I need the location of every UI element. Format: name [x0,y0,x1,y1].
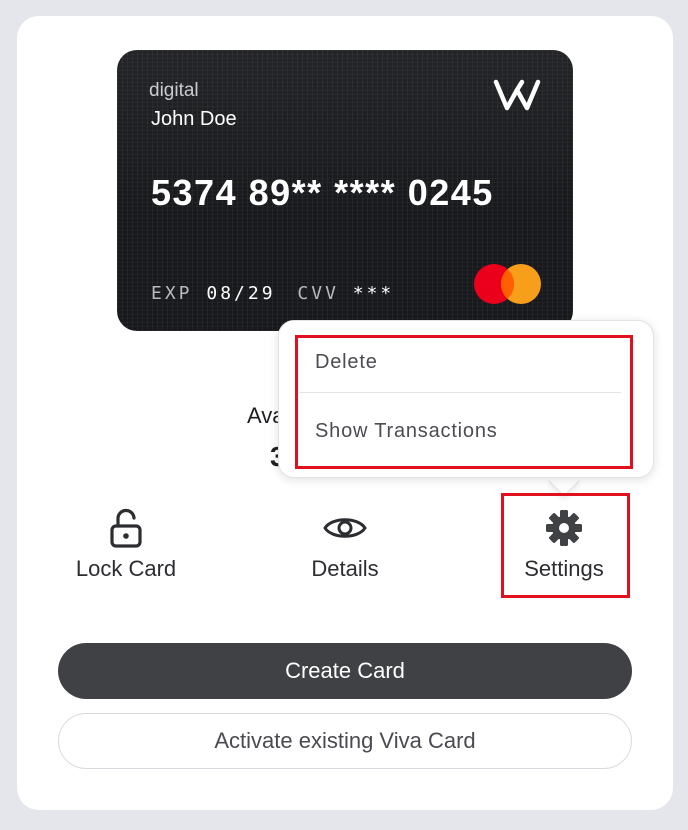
exp-value: 08/29 [206,283,276,304]
card-type: digital [149,80,199,101]
cvv-label: CVV [297,283,339,304]
details-label: Details [311,556,379,581]
viva-w-logo-icon [493,79,541,111]
virtual-card[interactable]: digital John Doe 5374 89** **** 0245 EXP… [117,50,573,331]
eye-icon [285,508,405,548]
details-action[interactable]: Details [285,508,405,582]
menu-item-delete[interactable]: Delete [315,351,378,374]
unlock-icon [60,508,192,548]
exp-label: EXP [151,283,193,304]
menu-divider [299,392,621,393]
gear-icon [505,508,623,548]
card-number: 5374 89** **** 0245 [151,172,494,213]
card-holder-name: John Doe [151,108,237,130]
lock-card-action[interactable]: Lock Card [60,508,192,582]
settings-dropdown-menu: Delete Show Transactions [278,320,654,478]
card-expiry-cvv: EXP 08/29 CVV *** [151,283,394,304]
create-card-button[interactable]: Create Card [58,643,632,699]
settings-action[interactable]: Settings [505,508,623,582]
cvv-value: *** [352,283,395,304]
menu-item-show-transactions[interactable]: Show Transactions [315,420,498,443]
lock-card-label: Lock Card [75,556,177,581]
mastercard-logo-icon [474,264,541,304]
activate-card-button[interactable]: Activate existing Viva Card [58,713,632,769]
settings-label: Settings [524,556,604,581]
